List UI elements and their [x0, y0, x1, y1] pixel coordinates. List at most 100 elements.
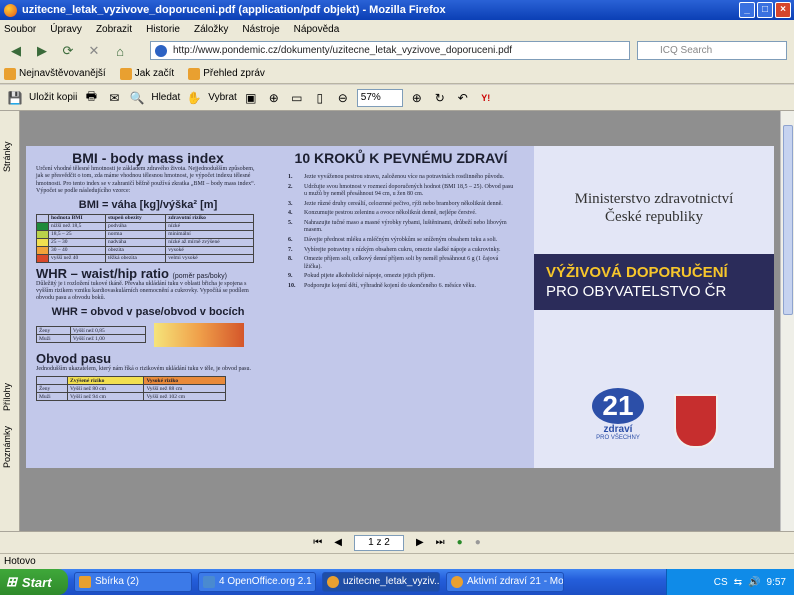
home-icon[interactable]: ⌂: [110, 41, 130, 61]
ministry-name: Ministerstvo zdravotnictví České republi…: [574, 191, 734, 225]
menu-napoveda[interactable]: Nápověda: [294, 24, 340, 35]
list-item: 8. Omezte příjem soli, celkový denní příj…: [288, 256, 499, 270]
steps-column: 10 KROKŮ K PEVNÉMU ZDRAVÍ 1. Jezte vyváže…: [288, 150, 514, 293]
zdravi-21-logo: 21 zdraví PRO VŠECHNY: [582, 388, 654, 446]
list-item: 9. Pokud pijete alkoholické nápoje, omezt…: [288, 273, 435, 280]
waist-table: Zvýšené riziko Vysoké riziko Ženy Vyšší ne…: [35, 376, 226, 402]
email-icon[interactable]: ✉: [105, 89, 123, 107]
bmi-formula-intro: Výpočet se podle následujícího vzorce:: [36, 188, 131, 195]
task-firefox-pdf[interactable]: uzitecne_letak_vyziv...: [322, 572, 440, 592]
list-item: 5. Nahrazujte tučné maso a masné výrobky …: [288, 220, 507, 234]
vertical-scrollbar[interactable]: [780, 111, 794, 531]
bmi-text: Určení vhodné tělesné hmotnosti je zákla…: [36, 166, 256, 187]
forward-arrow-icon[interactable]: ▶: [32, 41, 52, 61]
menu-nastroje[interactable]: Nástroje: [242, 24, 279, 35]
bookmark-getting-started[interactable]: Jak začít: [119, 67, 174, 80]
steps-list: 1. Jezte vyváženou pestrou stravu, založe…: [288, 174, 514, 290]
whr-formula: WHR = obvod v pase/obvod v bocích: [51, 305, 245, 318]
coat-of-arms-icon: [674, 394, 718, 448]
search-button[interactable]: Hledat: [151, 92, 180, 103]
start-button[interactable]: ⊞ Start: [0, 569, 68, 595]
select-button[interactable]: Vybrat: [208, 92, 237, 103]
bmi-column: BMI - body mass index Určení vhodné těle…: [35, 150, 260, 404]
menu-upravy[interactable]: Úpravy: [50, 24, 82, 35]
page-navigation-toolbar: ⏮ ◀ 1 z 2 ▶ ⏭ ● ●: [0, 531, 794, 553]
list-item: 7. Vybírejte potraviny s nízkým obsahem c…: [288, 246, 501, 253]
tab-pages[interactable]: Stránky: [2, 131, 17, 183]
firefox-icon: [4, 3, 17, 17]
list-item: 6. Dávejte přednost mléku a mléčným výrob…: [288, 236, 498, 243]
waist-text: Jednodušším ukazatelem, který nám říká o…: [36, 365, 251, 372]
task-openoffice[interactable]: 4 OpenOffice.org 2.1: [198, 572, 316, 592]
search-icon[interactable]: 🔍: [128, 89, 146, 107]
snapshot-icon[interactable]: ▣: [242, 89, 260, 107]
firefox-icon: [451, 576, 463, 588]
scrollbar-thumb[interactable]: [783, 125, 793, 315]
go-back-icon[interactable]: ●: [457, 537, 463, 548]
whr-table: Ženy Vyšší než 0,85 Muži Vyšší než 1,00: [36, 326, 147, 344]
navigation-toolbar: ◀ ▶ ⟳ ✕ ⌂ http://www.pondemic.cz/dokumen…: [0, 38, 794, 64]
bookmark-icon: [4, 67, 16, 80]
window-title: uzitecne_letak_vyzivove_doporuceni.pdf (…: [22, 4, 446, 16]
back-arrow-icon[interactable]: ◀: [6, 41, 26, 61]
reload-icon[interactable]: ⟳: [58, 41, 78, 61]
risk-gradient-bar: [154, 322, 244, 347]
menu-zobrazit[interactable]: Zobrazit: [96, 24, 132, 35]
first-page-icon[interactable]: ⏮: [313, 537, 322, 548]
task-folder[interactable]: Sbírka (2): [74, 572, 192, 592]
close-button[interactable]: ×: [775, 2, 791, 18]
volume-icon[interactable]: 🔊: [748, 577, 760, 588]
bmi-table: hodnota BMI stupeň obezity zdravotní rizik…: [36, 213, 254, 263]
pdf-toolbar: 💾 Uložit kopii 🖶 ✉ 🔍 Hledat ✋ Vybrat ▣ ⊕…: [0, 85, 794, 111]
menu-zalozky[interactable]: Záložky: [194, 24, 228, 35]
last-page-icon[interactable]: ⏭: [436, 537, 445, 548]
zoom-in-icon[interactable]: ⊕: [408, 89, 426, 107]
firefox-icon: [327, 576, 339, 588]
address-bar[interactable]: http://www.pondemic.cz/dokumenty/uzitecn…: [150, 41, 630, 60]
search-input[interactable]: ICQ Search: [637, 41, 787, 60]
yahoo-icon[interactable]: Y!: [477, 89, 495, 107]
undo-icon[interactable]: ↶: [454, 89, 472, 107]
fit-width-icon[interactable]: ▯: [311, 89, 329, 107]
bookmarks-toolbar: Nejnavštěvovanější Jak začít Přehled zpr…: [0, 64, 794, 84]
task-firefox-zdravi[interactable]: Aktivní zdraví 21 - Mo...: [446, 572, 564, 592]
zoom-icon[interactable]: ⊕: [265, 89, 283, 107]
tab-comments[interactable]: Poznámky: [2, 417, 17, 477]
clock: 9:57: [766, 576, 786, 588]
rotate-icon[interactable]: ↻: [431, 89, 449, 107]
steps-heading: 10 KROKŮ K PEVNÉMU ZDRAVÍ: [294, 150, 508, 166]
page-indicator[interactable]: 1 z 2: [353, 534, 404, 551]
language-indicator[interactable]: CS: [714, 577, 728, 588]
zoom-out-icon[interactable]: ⊖: [334, 89, 352, 107]
save-copy-button[interactable]: Uložit kopii: [29, 92, 77, 103]
list-item: 3. Jezte různé druhy cereálií, celozrnné …: [288, 200, 503, 207]
prev-page-icon[interactable]: ◀: [334, 537, 342, 548]
go-forward-icon[interactable]: ●: [475, 537, 481, 548]
print-icon[interactable]: 🖶: [82, 89, 100, 107]
waist-heading: Obvod pasu: [36, 350, 112, 366]
stop-icon[interactable]: ✕: [84, 41, 104, 61]
menu-historie[interactable]: Historie: [146, 24, 180, 35]
navigation-side-tabs: Stránky Přílohy Poznámky: [0, 111, 20, 531]
windows-logo-icon: ⊞: [6, 574, 17, 589]
fit-page-icon[interactable]: ▭: [288, 89, 306, 107]
network-icon[interactable]: ⇆: [734, 577, 742, 588]
maximize-button[interactable]: □: [757, 2, 773, 18]
save-icon[interactable]: 💾: [6, 89, 24, 107]
status-bar: Hotovo: [0, 553, 794, 569]
next-page-icon[interactable]: ▶: [416, 537, 424, 548]
tab-attachments[interactable]: Přílohy: [2, 373, 17, 421]
status-text: Hotovo: [4, 556, 36, 567]
bookmark-most-visited[interactable]: Nejnavštěvovanější: [4, 67, 106, 80]
rss-icon: [188, 67, 201, 80]
menu-soubor[interactable]: Soubor: [4, 24, 36, 35]
list-item: 2. Udržujte svou hmotnost v rozmezí dopor…: [288, 183, 514, 197]
bmi-formula: BMI = váha [kg]/výška² [m]: [78, 198, 218, 211]
system-tray: CS ⇆ 🔊 9:57: [666, 569, 794, 595]
hand-tool-icon[interactable]: ✋: [185, 89, 203, 107]
bookmark-news[interactable]: Přehled zpráv: [188, 67, 265, 80]
site-favicon-icon: [155, 45, 167, 57]
zoom-input[interactable]: 57%: [356, 88, 403, 107]
minimize-button[interactable]: _: [739, 2, 755, 18]
windows-taskbar: ⊞ Start Sbírka (2) 4 OpenOffice.org 2.1 u…: [0, 569, 794, 595]
